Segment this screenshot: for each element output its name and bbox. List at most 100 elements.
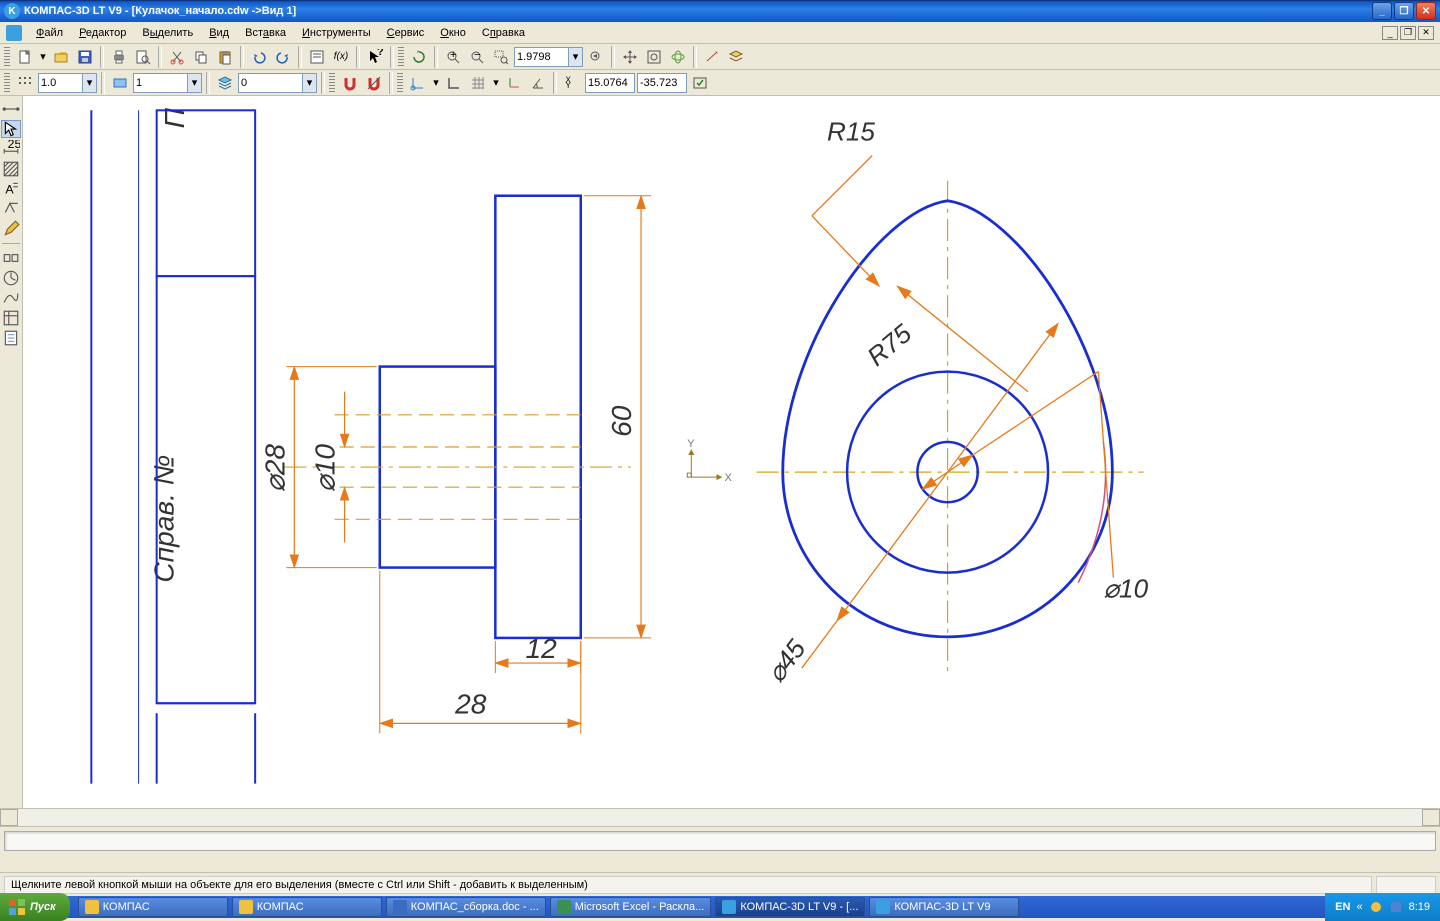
menu-select[interactable]: Выделить — [134, 25, 201, 41]
magnet-off-button[interactable] — [363, 72, 385, 94]
orbit-button[interactable] — [667, 46, 689, 68]
tray-chevron[interactable]: « — [1356, 901, 1362, 913]
y-coord-input[interactable] — [637, 73, 687, 93]
param-tool[interactable] — [1, 249, 21, 267]
grip-icon[interactable] — [397, 73, 403, 93]
magnet-on-button[interactable] — [339, 72, 361, 94]
select-tool[interactable] — [1, 120, 21, 138]
hatch-tool[interactable] — [1, 160, 21, 178]
chevron-down-icon[interactable]: ▾ — [188, 73, 202, 93]
chevron-down-icon[interactable]: ▾ — [303, 73, 317, 93]
lcs-button[interactable] — [503, 72, 525, 94]
xy-mode-button[interactable]: XY — [561, 72, 583, 94]
grip-icon[interactable] — [4, 47, 10, 67]
ok-button[interactable] — [689, 72, 711, 94]
task-item[interactable]: КОМПАС-3D LT V9 — [869, 897, 1019, 917]
open-button[interactable] — [50, 46, 72, 68]
dropdown-grid[interactable]: ▾ — [491, 72, 501, 94]
zoom-combo[interactable]: ▾ — [514, 47, 583, 67]
x-coord-input[interactable] — [585, 73, 635, 93]
menu-help[interactable]: Справка — [474, 25, 533, 41]
menu-insert[interactable]: Вставка — [237, 25, 294, 41]
chevron-down-icon[interactable]: ▾ — [569, 47, 583, 67]
coords-origin-button[interactable] — [407, 72, 429, 94]
grip-icon[interactable] — [4, 73, 10, 93]
h-scrollbar[interactable] — [0, 808, 1440, 826]
spline-tool[interactable] — [1, 289, 21, 307]
geometry-tool[interactable] — [1, 100, 21, 118]
scroll-right[interactable] — [1422, 809, 1440, 826]
edit-tool[interactable] — [1, 220, 21, 238]
menu-tools[interactable]: Инструменты — [294, 25, 379, 41]
report-tool[interactable] — [1, 329, 21, 347]
redraw-button[interactable] — [701, 46, 723, 68]
tray-icon[interactable] — [1389, 900, 1403, 914]
new-button[interactable] — [14, 46, 36, 68]
menu-editor[interactable]: Редактор — [71, 25, 134, 41]
measure-tool[interactable] — [1, 269, 21, 287]
menu-service[interactable]: Сервис — [379, 25, 433, 41]
layer-combo[interactable]: ▾ — [133, 73, 202, 93]
command-line[interactable] — [4, 831, 1436, 851]
layer-input[interactable] — [133, 73, 188, 93]
variables-button[interactable]: f(x) — [330, 46, 352, 68]
layers-button[interactable] — [725, 46, 747, 68]
linetype-input[interactable] — [238, 73, 303, 93]
dropdown-new[interactable]: ▾ — [38, 46, 48, 68]
copy-button[interactable] — [190, 46, 212, 68]
preview-button[interactable] — [132, 46, 154, 68]
lineweight-combo[interactable]: ▾ — [38, 73, 97, 93]
zoom-out-button[interactable]: − — [466, 46, 488, 68]
menu-file[interactable]: Файл — [28, 25, 71, 41]
scroll-left[interactable] — [0, 809, 18, 826]
mdi-minimize[interactable]: _ — [1382, 26, 1398, 40]
lang-indicator[interactable]: EN — [1335, 901, 1350, 913]
state-button[interactable] — [109, 72, 131, 94]
undo-button[interactable] — [248, 46, 270, 68]
mdi-close[interactable]: ✕ — [1418, 26, 1434, 40]
mdi-restore[interactable]: ❐ — [1400, 26, 1416, 40]
zoom-prev-button[interactable] — [585, 46, 607, 68]
snap-grid-icon[interactable] — [14, 72, 36, 94]
roughness-tool[interactable] — [1, 200, 21, 218]
pan-button[interactable] — [619, 46, 641, 68]
help-cursor-button[interactable]: ? — [364, 46, 386, 68]
task-item[interactable]: КОМПАС — [232, 897, 382, 917]
ortho-button[interactable] — [443, 72, 465, 94]
save-button[interactable] — [74, 46, 96, 68]
text-tool[interactable]: A — [1, 180, 21, 198]
start-button[interactable]: Пуск — [0, 893, 70, 921]
paste-button[interactable] — [214, 46, 236, 68]
grid-button[interactable] — [467, 72, 489, 94]
spec-tool[interactable] — [1, 309, 21, 327]
tray-icon[interactable] — [1369, 900, 1383, 914]
menu-window[interactable]: Окно — [432, 25, 474, 41]
dimension-tool[interactable]: 25 — [1, 140, 21, 158]
print-button[interactable] — [108, 46, 130, 68]
chevron-down-icon[interactable]: ▾ — [83, 73, 97, 93]
grip-icon[interactable] — [398, 47, 404, 67]
task-item[interactable]: КОМПАС — [78, 897, 228, 917]
layers-mgr-button[interactable] — [214, 72, 236, 94]
properties-button[interactable] — [306, 46, 328, 68]
restore-button[interactable]: ❐ — [1394, 2, 1414, 20]
task-item[interactable]: КОМПАС-3D LT V9 - [... — [715, 897, 865, 917]
zoom-window-button[interactable] — [490, 46, 512, 68]
menu-view[interactable]: Вид — [201, 25, 237, 41]
grip-icon[interactable] — [329, 73, 335, 93]
linetype-combo[interactable]: ▾ — [238, 73, 317, 93]
drawing-canvas[interactable]: Справ. № П ⌀28 — [23, 96, 1440, 808]
cut-button[interactable] — [166, 46, 188, 68]
lineweight-input[interactable] — [38, 73, 83, 93]
task-item[interactable]: КОМПАС_сборка.doc - ... — [386, 897, 546, 917]
coords-dropdown[interactable]: ▾ — [431, 72, 441, 94]
zoom-input[interactable] — [514, 47, 569, 67]
zoom-in-button[interactable]: + — [442, 46, 464, 68]
zoom-fit-button[interactable] — [643, 46, 665, 68]
redo-button[interactable] — [272, 46, 294, 68]
system-tray[interactable]: EN « 8:19 — [1325, 893, 1440, 921]
close-button[interactable]: ✕ — [1416, 2, 1436, 20]
refresh-button[interactable] — [408, 46, 430, 68]
angle-button[interactable] — [527, 72, 549, 94]
task-item[interactable]: Microsoft Excel - Раскла... — [550, 897, 712, 917]
